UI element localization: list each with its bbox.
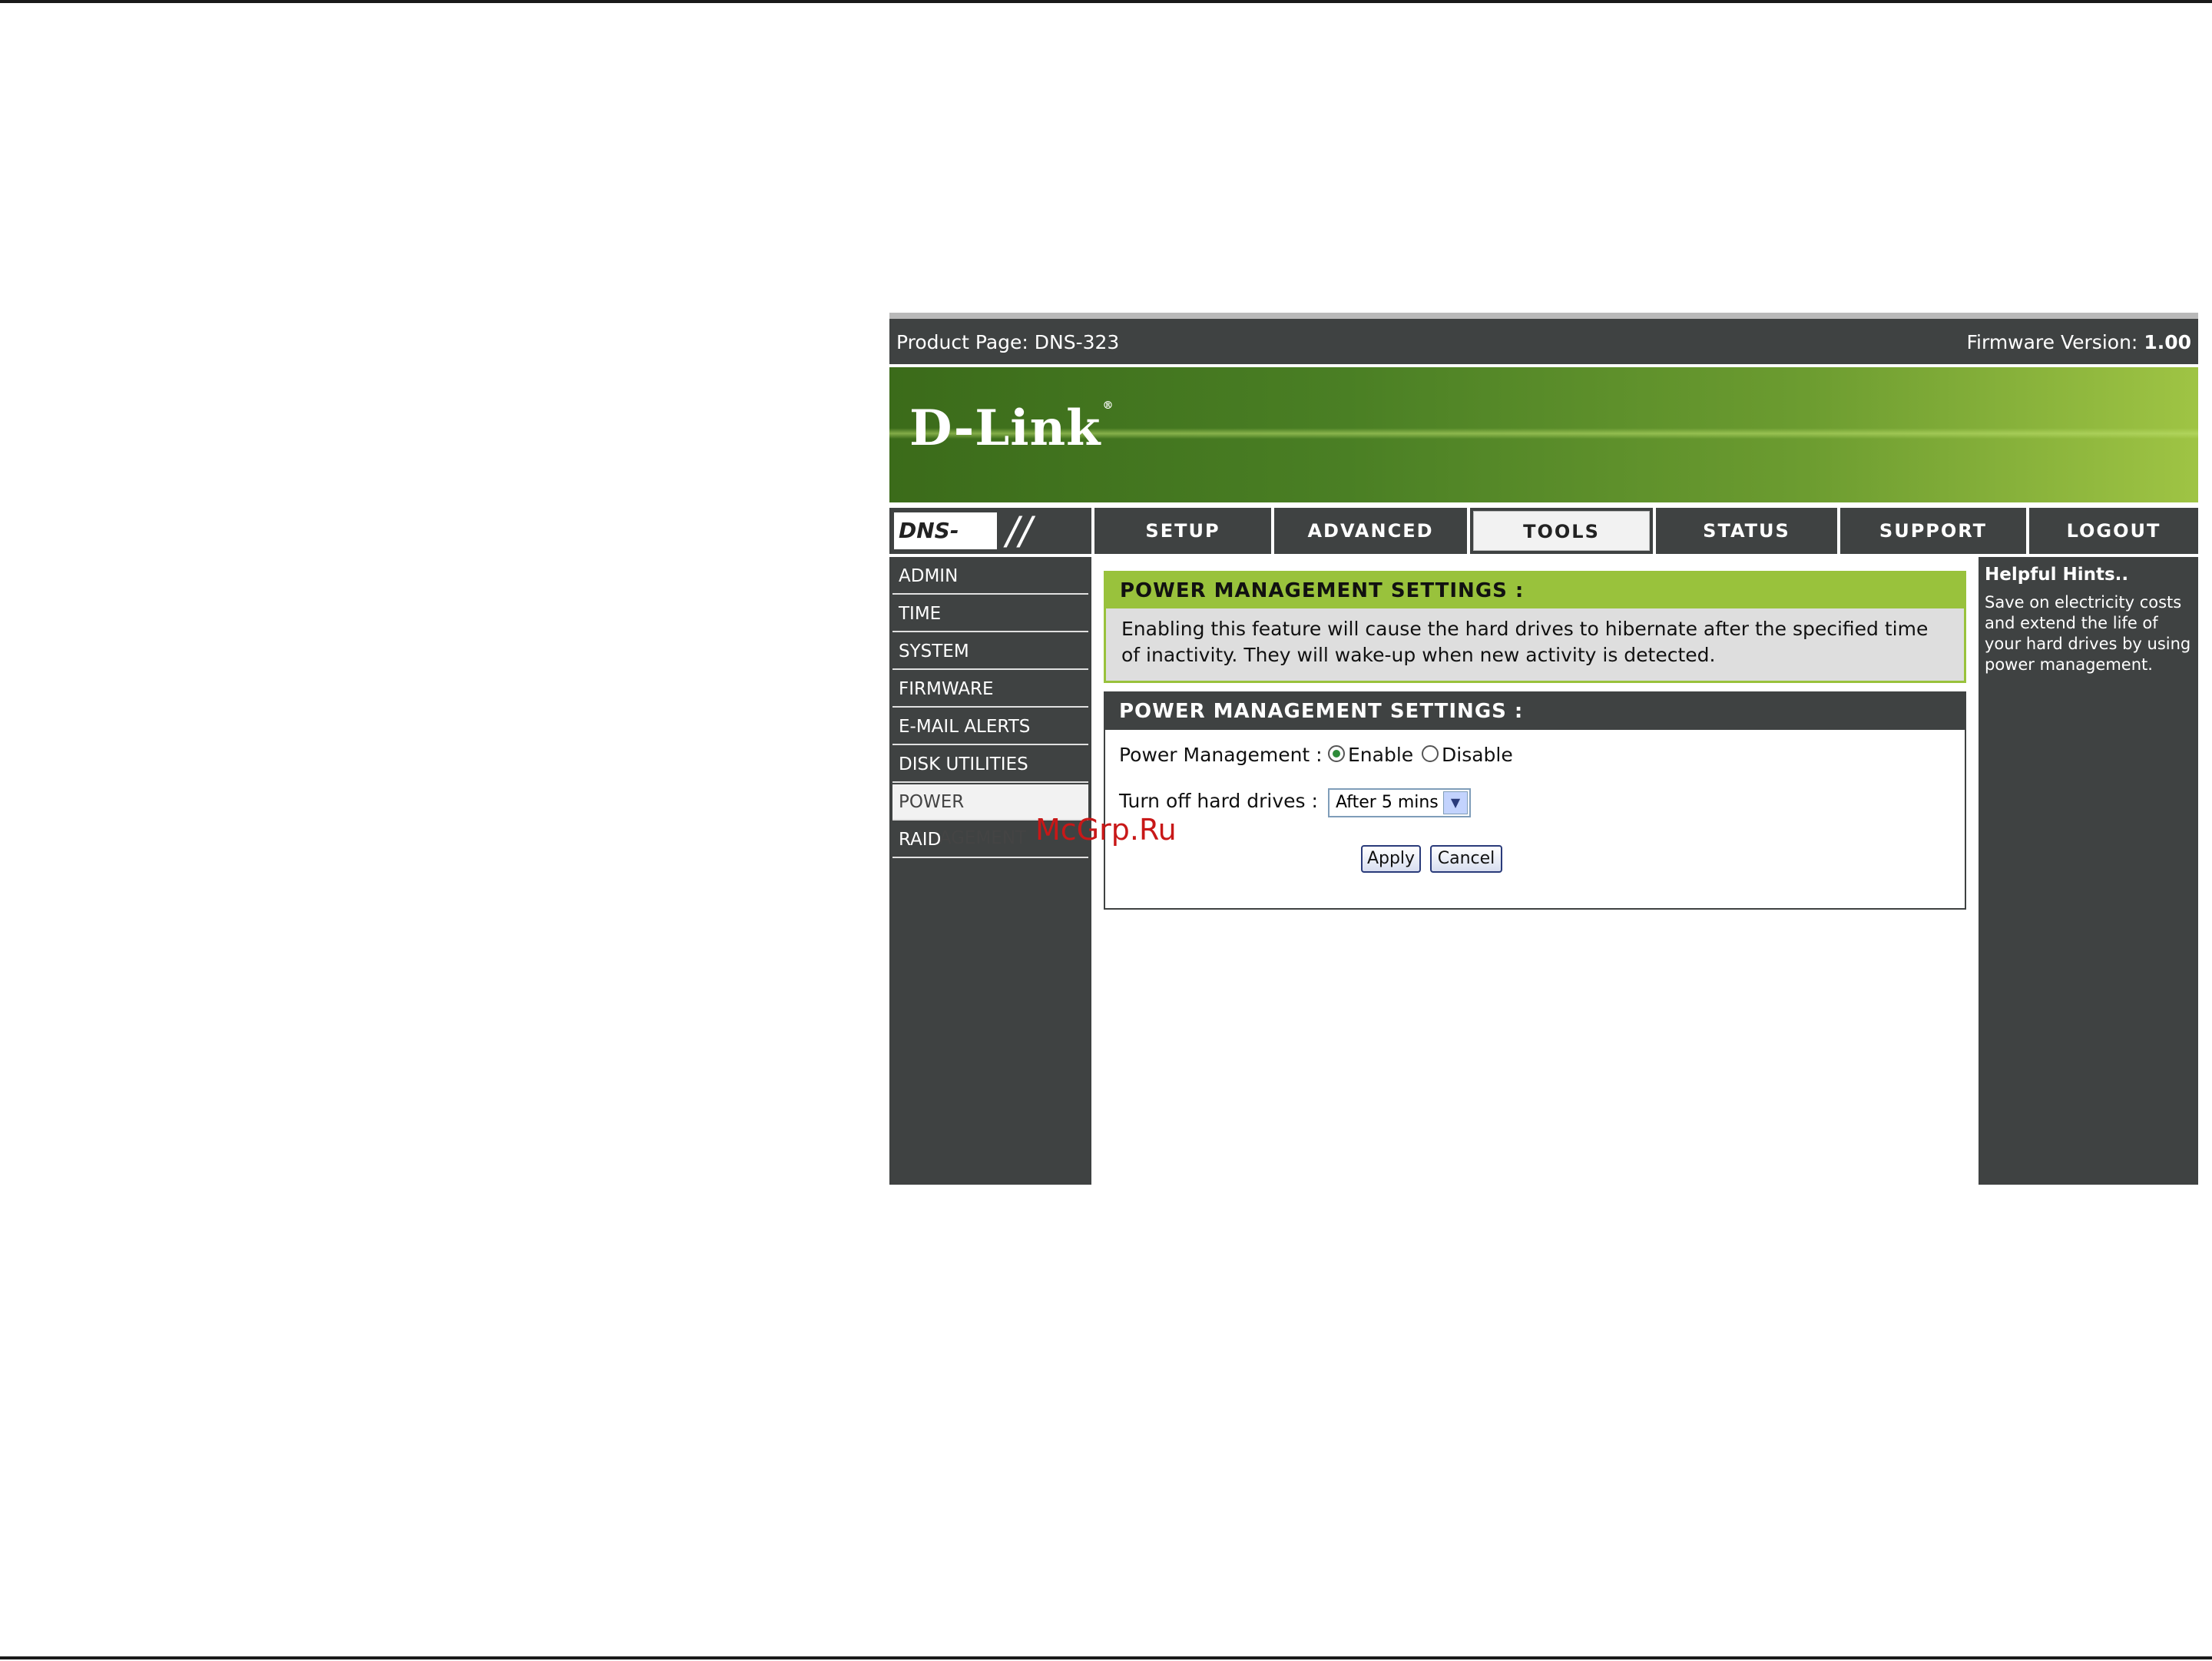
- tab-logout[interactable]: LOGOUT: [2029, 508, 2198, 554]
- firmware-version: Firmware Version: 1.00: [1966, 331, 2191, 353]
- top-bar: Product Page: DNS-323 Firmware Version: …: [889, 319, 2198, 364]
- model-slashes: //: [1006, 509, 1032, 553]
- turn-off-select[interactable]: After 5 mins ▼: [1328, 788, 1471, 817]
- watermark: McGrp.Ru: [1035, 813, 1177, 847]
- main-content: POWER MANAGEMENT SETTINGS : Enabling thi…: [1091, 557, 1982, 1185]
- router-admin-frame: Product Page: DNS-323 Firmware Version: …: [889, 313, 2198, 1185]
- turn-off-label: Turn off hard drives :: [1119, 790, 1318, 812]
- sidebar: ADMIN TIME SYSTEM FIRMWARE E-MAIL ALERTS…: [889, 557, 1091, 1185]
- enable-radio[interactable]: [1328, 745, 1345, 762]
- top-border: [889, 313, 2198, 319]
- intro-text: Enabling this feature will cause the har…: [1121, 618, 1929, 666]
- hints-text: Save on electricity costs and extend the…: [1985, 593, 2191, 674]
- intro-title: POWER MANAGEMENT SETTINGS :: [1106, 573, 1964, 608]
- disable-label[interactable]: Disable: [1442, 744, 1513, 766]
- model-name: DNS-323: [892, 511, 998, 580]
- model-badge: DNS-323 //: [889, 508, 1091, 580]
- sidebar-item-admin[interactable]: ADMIN: [892, 559, 1088, 595]
- enable-label[interactable]: Enable: [1348, 744, 1413, 766]
- tab-support[interactable]: SUPPORT: [1840, 508, 2026, 554]
- tab-tools[interactable]: TOOLS: [1470, 508, 1653, 554]
- main-nav: DNS-323 // SETUP ADVANCED TOOLS STATUS S…: [889, 508, 2198, 580]
- tab-advanced[interactable]: ADVANCED: [1274, 508, 1467, 554]
- bottom-rule: [0, 1656, 2212, 1659]
- sidebar-item-email-alerts[interactable]: E-MAIL ALERTS: [892, 709, 1088, 745]
- power-management-label: Power Management :: [1119, 744, 1323, 766]
- firmware-label: Firmware Version:: [1966, 331, 2138, 353]
- hints-title: Helpful Hints..: [1985, 565, 2129, 585]
- firmware-value: 1.00: [2144, 331, 2191, 353]
- product-page-label: Product Page: DNS-323: [896, 331, 1120, 353]
- top-rule: [0, 0, 2212, 3]
- dlink-logo: D-Link ®: [909, 400, 1114, 457]
- settings-title: POWER MANAGEMENT SETTINGS :: [1105, 693, 1965, 730]
- turn-off-value: After 5 mins: [1336, 793, 1439, 812]
- disable-radio[interactable]: [1422, 745, 1439, 762]
- brand-banner: D-Link ®: [889, 367, 2198, 502]
- cancel-button[interactable]: Cancel: [1430, 845, 1502, 873]
- sidebar-item-firmware[interactable]: FIRMWARE: [892, 671, 1088, 708]
- chevron-down-icon[interactable]: ▼: [1443, 791, 1468, 814]
- sidebar-item-time[interactable]: TIME: [892, 596, 1088, 632]
- sidebar-item-system[interactable]: SYSTEM: [892, 634, 1088, 670]
- tab-status[interactable]: STATUS: [1656, 508, 1837, 554]
- sidebar-item-disk-utilities[interactable]: DISK UTILITIES: [892, 747, 1088, 783]
- settings-panel: POWER MANAGEMENT SETTINGS : Power Manage…: [1104, 691, 1966, 910]
- apply-button[interactable]: Apply: [1361, 845, 1421, 873]
- helpful-hints-panel: Helpful Hints.. Save on electricity cost…: [1979, 557, 2198, 1185]
- intro-panel: POWER MANAGEMENT SETTINGS : Enabling thi…: [1104, 571, 1966, 683]
- tab-setup[interactable]: SETUP: [1094, 508, 1271, 554]
